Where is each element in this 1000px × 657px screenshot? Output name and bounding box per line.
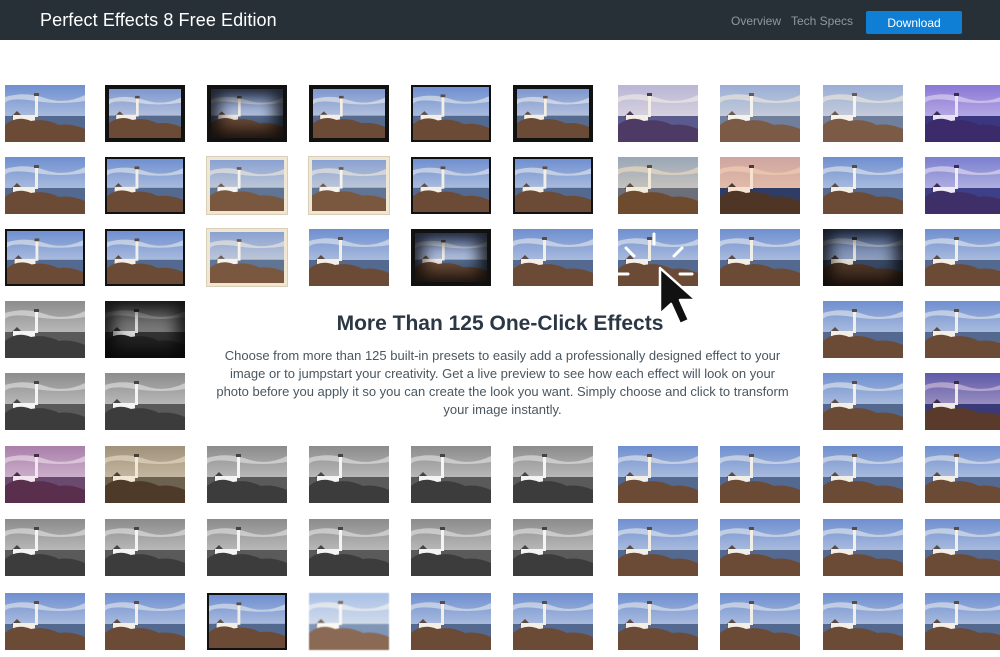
effect-thumbnail[interactable]	[207, 85, 287, 142]
effect-thumbnail[interactable]	[105, 519, 185, 576]
effect-thumbnail[interactable]	[5, 157, 85, 214]
effect-thumbnail[interactable]	[720, 85, 800, 142]
effect-thumbnail[interactable]	[5, 446, 85, 503]
effect-thumbnail[interactable]	[309, 85, 389, 142]
effect-thumbnail[interactable]	[925, 446, 1000, 503]
effect-thumbnail[interactable]	[105, 446, 185, 503]
effect-thumbnail[interactable]	[5, 519, 85, 576]
effect-thumbnail[interactable]	[309, 593, 389, 650]
effect-thumbnail[interactable]	[618, 85, 698, 142]
effect-thumbnail[interactable]	[207, 519, 287, 576]
effect-thumbnail[interactable]	[309, 157, 389, 214]
effect-thumbnail[interactable]	[925, 593, 1000, 650]
effect-thumbnail[interactable]	[925, 519, 1000, 576]
effect-thumbnail[interactable]	[105, 301, 185, 358]
effect-thumbnail[interactable]	[823, 519, 903, 576]
effect-thumbnail[interactable]	[618, 446, 698, 503]
effect-thumbnail[interactable]	[105, 229, 185, 286]
nav-tech-specs[interactable]: Tech Specs	[791, 14, 853, 28]
effect-thumbnail[interactable]	[309, 229, 389, 286]
effect-thumbnail[interactable]	[823, 446, 903, 503]
effect-thumbnail[interactable]	[309, 519, 389, 576]
effect-thumbnail[interactable]	[513, 519, 593, 576]
effect-thumbnail[interactable]	[513, 446, 593, 503]
effect-thumbnail[interactable]	[513, 593, 593, 650]
effect-thumbnail[interactable]	[823, 373, 903, 430]
effect-thumbnail[interactable]	[925, 373, 1000, 430]
nav-overview[interactable]: Overview	[731, 14, 781, 28]
effect-thumbnail[interactable]	[411, 446, 491, 503]
effect-thumbnail[interactable]	[823, 85, 903, 142]
effect-thumbnail[interactable]	[207, 229, 287, 286]
effect-thumbnail[interactable]	[925, 85, 1000, 142]
effect-thumbnail[interactable]	[618, 157, 698, 214]
section-description: Choose from more than 125 built-in prese…	[216, 348, 789, 417]
effect-thumbnail[interactable]	[618, 593, 698, 650]
effect-thumbnail[interactable]	[411, 593, 491, 650]
effect-thumbnail[interactable]	[5, 85, 85, 142]
effect-thumbnail[interactable]	[207, 446, 287, 503]
effect-thumbnail[interactable]	[411, 519, 491, 576]
effect-thumbnail[interactable]	[105, 593, 185, 650]
effect-thumbnail[interactable]	[823, 229, 903, 286]
effect-thumbnail[interactable]	[925, 301, 1000, 358]
effect-thumbnail[interactable]	[823, 301, 903, 358]
effect-thumbnail[interactable]	[925, 229, 1000, 286]
effect-thumbnail[interactable]	[309, 446, 389, 503]
effect-thumbnail[interactable]	[823, 157, 903, 214]
effect-thumbnail[interactable]	[105, 157, 185, 214]
click-cursor-icon	[612, 228, 722, 343]
effect-thumbnail[interactable]	[618, 519, 698, 576]
effect-thumbnail[interactable]	[720, 519, 800, 576]
effect-thumbnail[interactable]	[720, 446, 800, 503]
effect-thumbnail[interactable]	[5, 373, 85, 430]
effect-thumbnail[interactable]	[207, 593, 287, 650]
effect-thumbnail[interactable]	[105, 85, 185, 142]
top-bar: Perfect Effects 8 Free Edition Overview …	[0, 0, 1000, 40]
effect-thumbnail[interactable]	[925, 157, 1000, 214]
effect-thumbnail[interactable]	[411, 85, 491, 142]
effect-thumbnail[interactable]	[720, 229, 800, 286]
effect-thumbnail[interactable]	[513, 85, 593, 142]
app-title: Perfect Effects 8 Free Edition	[40, 10, 277, 30]
effect-thumbnail[interactable]	[5, 229, 85, 286]
effect-thumbnail[interactable]	[5, 593, 85, 650]
effect-thumbnail[interactable]	[411, 157, 491, 214]
effect-thumbnail[interactable]	[207, 157, 287, 214]
effect-thumbnail[interactable]	[411, 229, 491, 286]
effect-thumbnail[interactable]	[513, 157, 593, 214]
effect-thumbnail[interactable]	[513, 229, 593, 286]
effect-thumbnail[interactable]	[823, 593, 903, 650]
download-button[interactable]: Download	[866, 11, 962, 34]
effect-thumbnail[interactable]	[105, 373, 185, 430]
effect-thumbnail[interactable]	[720, 593, 800, 650]
effect-thumbnail[interactable]	[720, 157, 800, 214]
effect-thumbnail[interactable]	[5, 301, 85, 358]
